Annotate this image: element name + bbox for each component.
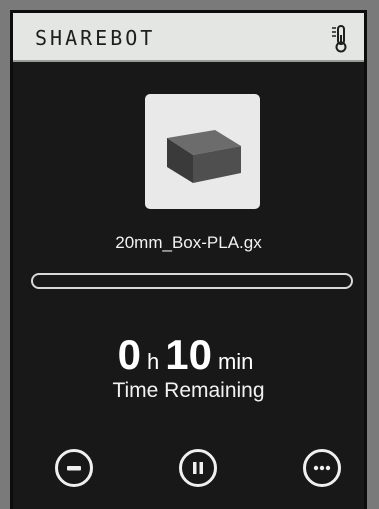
pause-icon [193,462,203,474]
ellipsis-icon [313,465,331,471]
header-bar: SHAREBOT [13,13,364,62]
model-thumbnail [145,94,260,209]
minutes-unit: min [217,349,254,374]
printer-screen: SHAREBOT 20mm_Box-PLA.gx 0 h 10 min Time Re… [10,10,367,509]
minutes-value: 10 [165,331,212,378]
hours-value: 0 [117,331,141,378]
print-progress-bar [31,273,353,289]
time-remaining-value: 0 h 10 min [13,331,364,379]
thermometer-icon[interactable] [330,23,348,53]
minus-icon [67,466,81,471]
decrease-button[interactable] [55,449,93,487]
more-button[interactable] [303,449,341,487]
pause-button[interactable] [179,449,217,487]
brand-logo: SHAREBOT [35,26,156,50]
hours-unit: h [146,349,160,374]
box-preview-icon [167,130,241,183]
job-filename: 20mm_Box-PLA.gx [115,233,262,252]
time-remaining-label: Time Remaining [112,379,265,402]
